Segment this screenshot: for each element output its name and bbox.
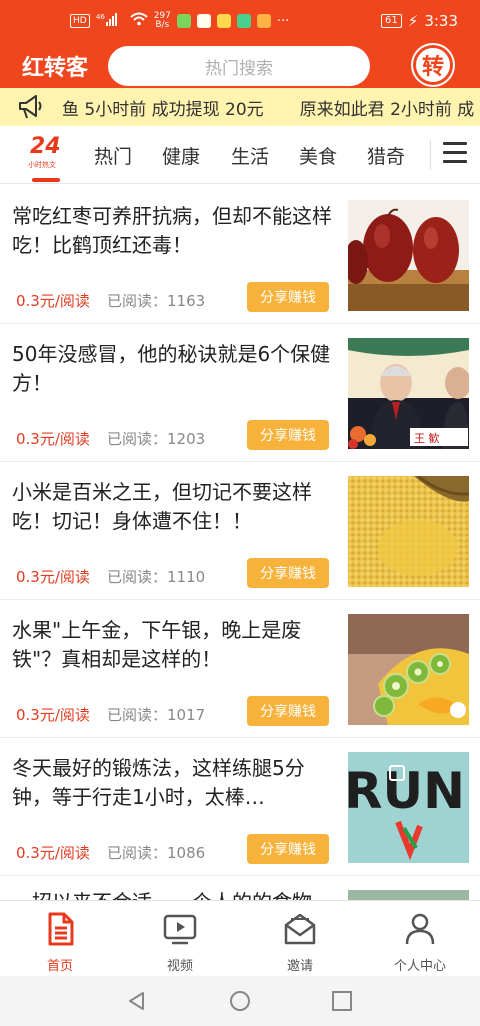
recents-icon[interactable]	[331, 990, 353, 1012]
withdraw-ticker: 鱼 5小时前 成功提现 20元 原来如此君 2小时前 成	[0, 88, 480, 126]
active-tab-indicator	[32, 178, 60, 182]
nav-profile-label: 个人中心	[393, 959, 446, 974]
article-thumbnail-partial	[348, 890, 469, 900]
article-price: 0.3元/阅读	[16, 568, 90, 586]
tab-divider	[430, 140, 431, 170]
article-title[interactable]: 50年没感冒，他的秘诀就是6个保健方！	[12, 340, 332, 398]
notification-app-icon	[256, 14, 271, 28]
tab-curious[interactable]: 猎奇	[367, 142, 405, 169]
brand-24-number: 24	[30, 134, 61, 159]
status-right: 61 ⚡ 3:33	[381, 12, 458, 30]
share-earn-button[interactable]: 分享赚钱	[247, 834, 329, 864]
tab-hot[interactable]: 热门	[94, 142, 132, 169]
notification-app-icon	[176, 14, 191, 28]
net-speed: 297 B/s	[153, 11, 171, 30]
article-title[interactable]: 小米是百米之王，但切记不要这样吃！切记！身体遭不住！！	[12, 478, 332, 536]
article-title[interactable]: 冬天最好的锻炼法，这样练腿5分钟，等于行走1小时，太棒…	[12, 754, 332, 812]
nav-home[interactable]: 首页	[0, 911, 120, 974]
clock: 3:33	[424, 12, 458, 30]
thumbnail-caption: 王 歓	[414, 431, 440, 445]
nav-invite-label: 邀请	[286, 959, 313, 974]
signal-strength-icon: 46	[96, 12, 124, 30]
article-thumbnail-elder[interactable]: 王 歓	[348, 338, 469, 449]
brand-24-subtitle: 小时热文	[28, 161, 56, 169]
bottom-nav: 首页 视频 邀请 个人中心	[0, 900, 480, 976]
more-notifications: ···	[276, 13, 290, 29]
system-nav-bar	[0, 976, 480, 1026]
nav-profile[interactable]: 个人中心	[360, 911, 480, 974]
article-thumbnail-jujube[interactable]	[348, 200, 469, 311]
menu-icon[interactable]	[443, 142, 467, 164]
tab-health[interactable]: 健康	[162, 142, 200, 169]
app-logo-button[interactable]: 转	[413, 45, 453, 85]
article-card[interactable]: 常吃红枣可养肝抗病，但却不能这样吃！比鹤顶红还毒！ 0.3元/阅读 已阅读：11…	[0, 186, 480, 324]
article-card[interactable]: 冬天最好的锻炼法，这样练腿5分钟，等于行走1小时，太棒… 0.3元/阅读 已阅读…	[0, 738, 480, 876]
search-input[interactable]: 热门搜索	[108, 46, 370, 86]
nav-video-label: 视频	[166, 959, 193, 974]
article-card[interactable]: 水果"上午金，下午银，晚上是废铁"？真相却是这样的！ 0.3元/阅读 已阅读：1…	[0, 600, 480, 738]
article-thumbnail-run[interactable]: RUN	[348, 752, 469, 863]
share-earn-button[interactable]: 分享赚钱	[247, 420, 329, 450]
tab-life[interactable]: 生活	[231, 142, 269, 169]
home-icon[interactable]	[229, 990, 251, 1012]
ticker-item: 鱼 5小时前 成功提现 20元	[62, 100, 264, 120]
article-thumbnail-millet[interactable]	[348, 476, 469, 587]
status-left: HD 46 297 B/s ···	[70, 12, 289, 30]
top-bar: HD 46 297 B/s ··· 61 ⚡ 3:33 红转客 热门搜索 转	[0, 0, 480, 88]
nav-video[interactable]: 视频	[120, 911, 240, 974]
article-thumbnail-fruit[interactable]	[348, 614, 469, 725]
notification-app-icon	[236, 14, 251, 28]
tab-food[interactable]: 美食	[299, 142, 337, 169]
article-card[interactable]: 小米是百米之王，但切记不要这样吃！切记！身体遭不住！！ 0.3元/阅读 已阅读：…	[0, 462, 480, 600]
nav-home-label: 首页	[46, 959, 73, 974]
home-doc-icon	[48, 912, 74, 946]
charging-icon: ⚡	[407, 12, 419, 30]
article-price: 0.3元/阅读	[16, 292, 90, 310]
article-read-count: 已阅读：1086	[107, 844, 206, 862]
back-icon[interactable]	[126, 990, 148, 1012]
app-title: 红转客	[22, 56, 89, 81]
article-read-count: 已阅读：1203	[107, 430, 206, 448]
invite-mail-icon	[284, 913, 316, 945]
svg-text:46: 46	[96, 13, 105, 21]
article-read-count: 已阅读：1017	[107, 706, 206, 724]
nav-invite[interactable]: 邀请	[240, 911, 360, 974]
person-icon	[405, 913, 435, 945]
share-earn-button[interactable]: 分享赚钱	[247, 696, 329, 726]
app-header: 红转客 热门搜索 转	[0, 40, 480, 88]
ticker-item: 原来如此君 2小时前 成	[299, 100, 475, 120]
share-earn-button[interactable]: 分享赚钱	[247, 282, 329, 312]
next-article-peek: 一招以来不合适，一个人的的食物…	[0, 876, 480, 900]
hd-badge: HD	[70, 14, 90, 28]
notification-app-icon	[196, 14, 211, 28]
article-price: 0.3元/阅读	[16, 430, 90, 448]
category-tabs: 24 小时热文 热门 健康 生活 美食 猎奇	[0, 126, 480, 184]
megaphone-icon	[19, 95, 42, 119]
tab-24h-hot[interactable]: 24 小时热文	[28, 134, 64, 182]
share-earn-button[interactable]: 分享赚钱	[247, 558, 329, 588]
status-bar: HD 46 297 B/s ··· 61 ⚡ 3:33	[0, 0, 480, 40]
article-read-count: 已阅读：1163	[107, 292, 206, 310]
wifi-icon	[130, 12, 148, 30]
article-title[interactable]: 常吃红枣可养肝抗病，但却不能这样吃！比鹤顶红还毒！	[12, 202, 332, 260]
thumbnail-caption: RUN	[348, 762, 465, 820]
article-price: 0.3元/阅读	[16, 844, 90, 862]
article-price: 0.3元/阅读	[16, 706, 90, 724]
ticker-text: 鱼 5小时前 成功提现 20元 原来如此君 2小时前 成	[62, 95, 480, 120]
article-title-partial: 一招以来不合适，一个人的的食物…	[12, 886, 332, 900]
article-card[interactable]: 50年没感冒，他的秘诀就是6个保健方！ 0.3元/阅读 已阅读：1203 分享赚…	[0, 324, 480, 462]
battery-icon: 61	[381, 14, 402, 28]
article-read-count: 已阅读：1110	[107, 568, 206, 586]
notification-app-icon	[216, 14, 231, 28]
article-title[interactable]: 水果"上午金，下午银，晚上是废铁"？真相却是这样的！	[12, 616, 332, 674]
video-icon	[163, 914, 197, 945]
